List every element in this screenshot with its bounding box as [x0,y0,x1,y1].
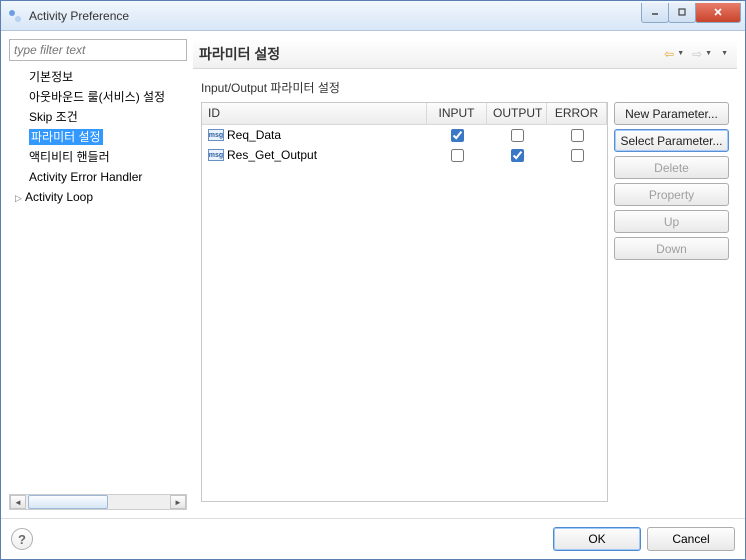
main-body: Input/Output 파라미터 설정 ID INPUT OUTPUT ERR… [193,69,737,510]
up-button[interactable]: Up [614,210,729,233]
input-checkbox[interactable] [451,129,464,142]
down-button[interactable]: Down [614,237,729,260]
select-parameter-button[interactable]: Select Parameter... [614,129,729,152]
sidebar: 기본정보 아웃바운드 룰(서비스) 설정 Skip 조건 파라미터 설정 액티비… [9,39,187,510]
help-icon[interactable]: ? [11,528,33,550]
nav-buttons: ⇦▼ ⇨▼ ▼ [661,46,731,62]
section-label: Input/Output 파라미터 설정 [201,79,729,96]
main-panel: 파라미터 설정 ⇦▼ ⇨▼ ▼ Input/Output 파라미터 설정 ID … [193,39,737,510]
property-button[interactable]: Property [614,183,729,206]
sidebar-hscrollbar[interactable]: ◄ ► [9,494,187,510]
col-id[interactable]: ID [202,103,427,124]
footer: ? OK Cancel [1,518,745,559]
maximize-button[interactable] [668,3,696,23]
cell-id: msg Req_Data [202,128,427,142]
nav-tree: 기본정보 아웃바운드 룰(서비스) 설정 Skip 조건 파라미터 설정 액티비… [9,65,187,494]
dialog-window: Activity Preference 기본정보 아웃바운드 룰(서비스) 설정… [0,0,746,560]
view-menu-caret[interactable]: ▼ [721,50,728,57]
main-header: 파라미터 설정 ⇦▼ ⇨▼ ▼ [193,39,737,69]
window-buttons [642,3,741,23]
content-area: 기본정보 아웃바운드 룰(서비스) 설정 Skip 조건 파라미터 설정 액티비… [1,31,745,518]
scroll-track[interactable] [26,495,170,509]
scroll-right-button[interactable]: ► [170,495,186,509]
table-body: msg Req_Data msg Res_Get_Output [202,125,607,501]
scroll-left-button[interactable]: ◄ [10,495,26,509]
page-title: 파라미터 설정 [199,44,661,64]
output-checkbox[interactable] [511,129,524,142]
col-error[interactable]: ERROR [547,103,607,124]
tree-item-loop[interactable]: ▷Activity Loop [9,187,187,208]
titlebar: Activity Preference [1,1,745,31]
delete-button[interactable]: Delete [614,156,729,179]
tree-item-errorhandler[interactable]: Activity Error Handler [9,167,187,187]
forward-icon[interactable]: ⇨ [689,46,705,62]
tree-item-skip[interactable]: Skip 조건 [9,107,187,127]
col-output[interactable]: OUTPUT [487,103,547,124]
scroll-thumb[interactable] [28,495,108,509]
new-parameter-button[interactable]: New Parameter... [614,102,729,125]
tree-item-outbound[interactable]: 아웃바운드 룰(서비스) 설정 [9,87,187,107]
cell-id: msg Res_Get_Output [202,148,427,162]
app-icon [7,8,23,24]
row-id-label: Req_Data [227,128,281,142]
ok-button[interactable]: OK [553,527,641,551]
msg-icon: msg [208,149,224,161]
error-checkbox[interactable] [571,149,584,162]
button-column: New Parameter... Select Parameter... Del… [614,102,729,502]
msg-icon: msg [208,129,224,141]
filter-input[interactable] [9,39,187,61]
col-input[interactable]: INPUT [427,103,487,124]
expand-icon[interactable]: ▷ [15,190,25,206]
back-icon[interactable]: ⇦ [661,46,677,62]
output-checkbox[interactable] [511,149,524,162]
table-row[interactable]: msg Res_Get_Output [202,145,607,165]
error-checkbox[interactable] [571,129,584,142]
tree-item-parameter[interactable]: 파라미터 설정 [9,127,187,147]
window-title: Activity Preference [29,9,642,23]
input-checkbox[interactable] [451,149,464,162]
table-header: ID INPUT OUTPUT ERROR [202,103,607,125]
close-button[interactable] [695,3,741,23]
row-id-label: Res_Get_Output [227,148,317,162]
tree-item-handler[interactable]: 액티비티 핸들러 [9,147,187,167]
tree-item-basic[interactable]: 기본정보 [9,67,187,87]
parameter-table: ID INPUT OUTPUT ERROR msg Req_Data [201,102,608,502]
parameter-area: ID INPUT OUTPUT ERROR msg Req_Data [201,102,729,502]
table-row[interactable]: msg Req_Data [202,125,607,145]
cancel-button[interactable]: Cancel [647,527,735,551]
minimize-button[interactable] [641,3,669,23]
back-menu-caret[interactable]: ▼ [677,50,684,57]
forward-menu-caret[interactable]: ▼ [705,50,712,57]
